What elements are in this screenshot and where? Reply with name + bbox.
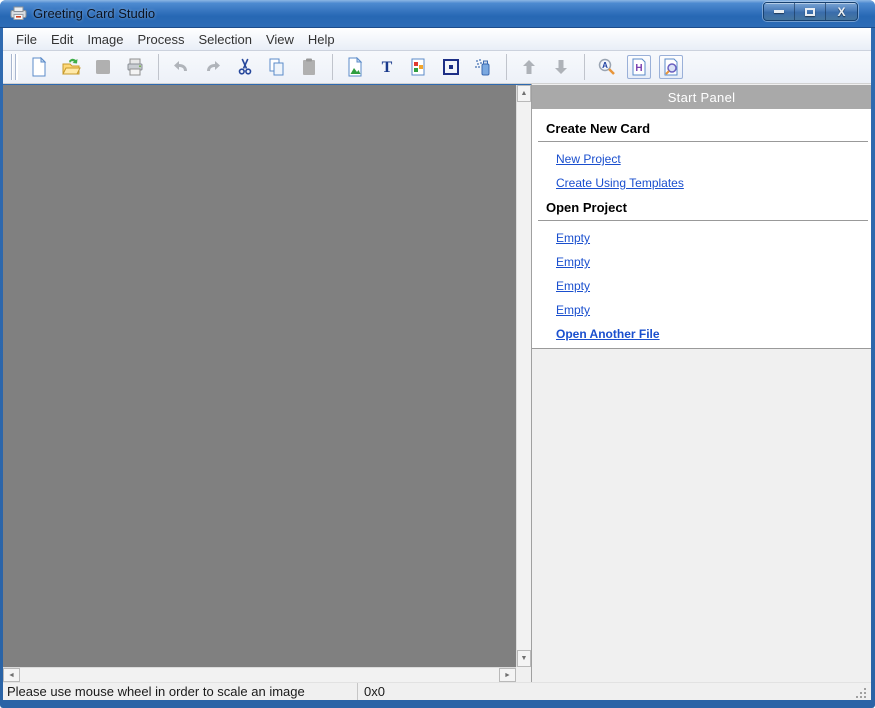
menu-item-image[interactable]: Image xyxy=(80,29,130,50)
move-up-button xyxy=(517,55,541,79)
print-button[interactable] xyxy=(123,55,147,79)
open-file-button[interactable] xyxy=(59,55,83,79)
copy-button[interactable] xyxy=(265,55,289,79)
insert-text-button[interactable]: T xyxy=(375,55,399,79)
link-empty[interactable]: Empty xyxy=(556,231,590,245)
svg-text:H: H xyxy=(635,63,642,74)
toolbar: TAH xyxy=(3,51,871,84)
toolbar-separator xyxy=(158,54,159,80)
section-rule xyxy=(538,220,868,221)
spray-button[interactable] xyxy=(471,55,495,79)
app-icon xyxy=(10,6,27,21)
move-up-icon xyxy=(519,57,539,77)
window-controls: X xyxy=(763,2,858,21)
resize-grip[interactable] xyxy=(856,688,868,700)
scrollbar-corner xyxy=(516,667,531,682)
copy-icon xyxy=(267,57,287,77)
cut-button[interactable] xyxy=(233,55,257,79)
menu-item-selection[interactable]: Selection xyxy=(191,29,258,50)
move-down-button xyxy=(549,55,573,79)
paste-icon xyxy=(299,57,319,77)
menu-bar: File Edit Image Process Selection View Help xyxy=(3,28,871,51)
status-message: Please use mouse wheel in order to scale… xyxy=(3,683,358,700)
scroll-down-button[interactable]: ▼ xyxy=(517,650,531,667)
vertical-scrollbar[interactable]: ▲ ▼ xyxy=(516,85,531,667)
link-create-using-templates[interactable]: Create Using Templates xyxy=(556,176,684,190)
insert-image-icon xyxy=(345,57,365,77)
link-new-project[interactable]: New Project xyxy=(556,152,621,166)
toolbar-grip-handle[interactable] xyxy=(11,54,16,80)
titlebar[interactable]: Greeting Card Studio X xyxy=(0,0,875,28)
start-panel-toggle-icon: H xyxy=(629,57,649,77)
horizontal-scrollbar[interactable]: ◄ ► xyxy=(3,667,516,682)
link-empty[interactable]: Empty xyxy=(556,255,590,269)
redo-icon xyxy=(203,57,223,77)
window-title: Greeting Card Studio xyxy=(33,6,156,21)
preview-button[interactable] xyxy=(659,55,683,79)
editor-canvas[interactable] xyxy=(3,85,516,667)
toolbar-separator xyxy=(332,54,333,80)
menu-item-view[interactable]: View xyxy=(259,29,301,50)
font-zoom-icon: A xyxy=(597,57,617,77)
undo-icon xyxy=(171,57,191,77)
minimize-icon xyxy=(774,10,784,13)
preview-icon xyxy=(661,57,681,77)
scroll-right-button[interactable]: ► xyxy=(499,668,516,682)
link-empty[interactable]: Empty xyxy=(556,303,590,317)
start-panel: Start Panel Create New Card New Project Cr… xyxy=(531,84,871,682)
scroll-up-button[interactable]: ▲ xyxy=(517,85,531,102)
insert-shapes-icon xyxy=(409,57,429,77)
svg-text:A: A xyxy=(602,61,608,70)
section-heading-open-project: Open Project xyxy=(546,200,627,215)
section-heading-create-new-card: Create New Card xyxy=(546,121,651,136)
new-document-button[interactable] xyxy=(27,55,51,79)
app-window: Greeting Card Studio X File Edit Image Proc… xyxy=(0,0,875,708)
svg-text:T: T xyxy=(382,59,393,76)
start-panel-body: Create New Card New Project Create Using T… xyxy=(532,109,871,349)
insert-image-button[interactable] xyxy=(343,55,367,79)
maximize-icon xyxy=(805,7,815,16)
minimize-button[interactable] xyxy=(764,3,795,20)
paste-button xyxy=(297,55,321,79)
font-zoom-button[interactable]: A xyxy=(595,55,619,79)
link-open-another-file[interactable]: Open Another File xyxy=(556,327,660,341)
start-panel-header: Start Panel xyxy=(532,85,871,109)
maximize-button[interactable] xyxy=(795,3,826,20)
close-icon: X xyxy=(837,4,846,19)
frame-icon xyxy=(441,57,461,77)
menu-item-help[interactable]: Help xyxy=(301,29,342,50)
spray-icon xyxy=(473,57,493,77)
move-down-icon xyxy=(551,57,571,77)
scroll-left-button[interactable]: ◄ xyxy=(3,668,20,682)
print-icon xyxy=(125,57,145,77)
menu-item-file[interactable]: File xyxy=(9,29,44,50)
close-button[interactable]: X xyxy=(826,3,857,20)
toolbar-separator xyxy=(584,54,585,80)
insert-shapes-button[interactable] xyxy=(407,55,431,79)
menu-item-process[interactable]: Process xyxy=(131,29,192,50)
link-empty[interactable]: Empty xyxy=(556,279,590,293)
start-panel-toggle-button[interactable]: H xyxy=(627,55,651,79)
save-icon xyxy=(93,57,113,77)
new-document-icon xyxy=(29,57,49,77)
section-rule xyxy=(538,141,868,142)
frame-button[interactable] xyxy=(439,55,463,79)
menu-item-edit[interactable]: Edit xyxy=(44,29,80,50)
cut-icon xyxy=(235,57,255,77)
toolbar-separator xyxy=(506,54,507,80)
undo-button xyxy=(169,55,193,79)
open-file-icon xyxy=(61,57,81,77)
redo-button xyxy=(201,55,225,79)
image-size-indicator: 0x0 xyxy=(364,684,385,699)
status-bar: Please use mouse wheel in order to scale… xyxy=(3,682,871,700)
insert-text-icon: T xyxy=(377,57,397,77)
save-button xyxy=(91,55,115,79)
